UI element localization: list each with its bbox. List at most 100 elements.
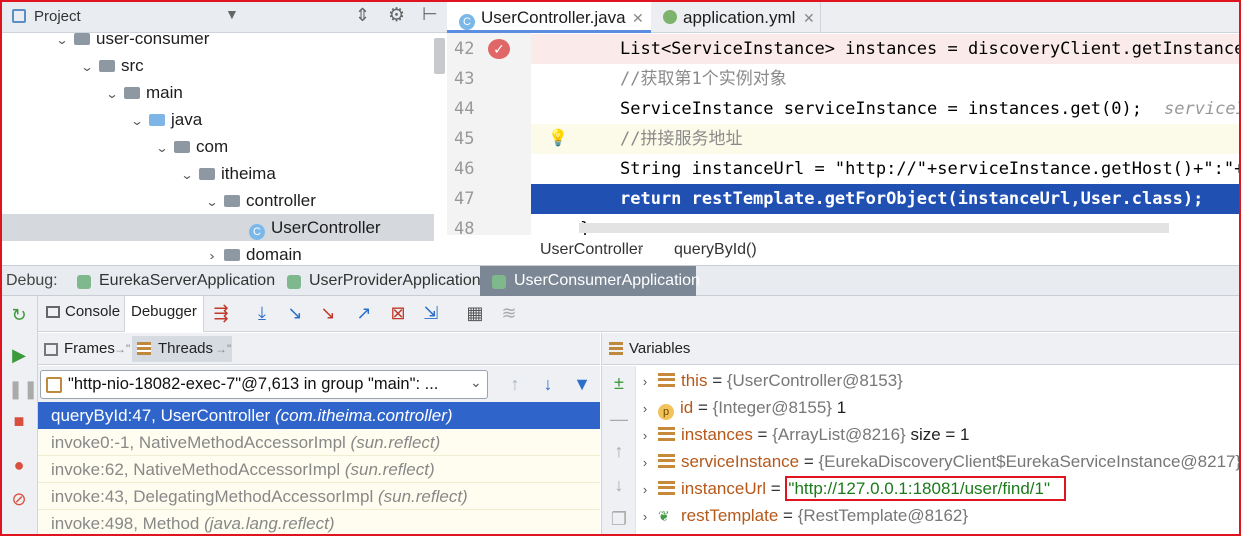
frames-tab[interactable]: Frames (64, 333, 115, 365)
tree-node[interactable]: ⌄ itheima (0, 160, 434, 187)
variable-row[interactable]: › ❦ restTemplate = {RestTemplate@8162} (636, 502, 968, 529)
variable-row[interactable]: › instances = {ArrayList@8216} size = 1 (636, 421, 970, 448)
chevron-down-icon[interactable]: ⌄ (102, 81, 123, 108)
up-arrow-icon[interactable]: ↑ (608, 442, 630, 460)
chevron-down-icon[interactable]: ▼ (225, 6, 239, 22)
resume-icon[interactable]: ▶ (8, 346, 30, 364)
breakpoint-icon[interactable]: ✓ (488, 39, 510, 59)
chevron-right-icon[interactable]: › (636, 422, 654, 449)
frame-item[interactable]: invoke0:-1, NativeMethodAccessorImpl (su… (38, 429, 600, 456)
collapse-icon[interactable]: ⇕ (355, 5, 370, 26)
pause-icon[interactable]: ❚❚ (8, 380, 38, 398)
debug-tab-user-consumer[interactable]: UserConsumerApplication (480, 266, 700, 296)
stop-icon[interactable]: ■ (8, 412, 30, 430)
code-line[interactable]: List<ServiceInstance> instances = discov… (531, 34, 1241, 64)
chevron-down-icon[interactable]: ⌄ (202, 189, 223, 216)
tree-node[interactable]: ⌄ src (0, 52, 434, 79)
package-icon (224, 195, 240, 207)
editor-scrollbar[interactable] (579, 223, 1169, 233)
tree-node[interactable]: ⌄ user-consumer (0, 33, 434, 52)
variable-row[interactable]: › serviceInstance = {EurekaDiscoveryClien… (636, 448, 1241, 475)
show-execution-point-icon[interactable]: ⇶ (210, 304, 232, 322)
threads-tab[interactable]: Threads (158, 333, 213, 365)
tree-node[interactable]: › domain (0, 241, 434, 265)
console-tab[interactable]: Console (38, 296, 124, 332)
filter-icon[interactable]: ▼ (571, 375, 593, 393)
gear-icon[interactable]: ⚙ (388, 4, 405, 27)
equals-sign: = (766, 479, 786, 498)
rerun-icon[interactable]: ↻ (8, 306, 30, 324)
frame-item[interactable]: invoke:62, NativeMethodAccessorImpl (sun… (38, 456, 600, 483)
chevron-right-icon[interactable]: › (636, 476, 654, 503)
tree-scrollbar[interactable] (434, 38, 445, 74)
tree-node[interactable]: ⌄ java (0, 106, 434, 133)
debug-side-toolbar: ↻ ▶ ❚❚ ■ ● ⊘ (0, 296, 38, 536)
code-line[interactable]: //获取第1个实例对象 (531, 64, 1241, 94)
code-line[interactable]: ServiceInstance serviceInstance = instan… (531, 94, 1241, 124)
evaluate-expression-icon[interactable]: ▦ (464, 304, 486, 322)
variable-value: "http://127.0.0.1:18081/user/find/1" (785, 476, 1067, 501)
debugger-tab[interactable]: Debugger (124, 296, 204, 332)
chevron-right-icon[interactable]: › (636, 503, 654, 530)
chevron-right-icon[interactable]: › (636, 368, 654, 395)
frame-package: (com.itheima.controller) (274, 406, 453, 425)
close-icon[interactable]: ✕ (632, 0, 644, 36)
breadcrumb-method[interactable]: queryById() (674, 241, 757, 259)
project-view-icon[interactable] (12, 9, 26, 23)
chevron-down-icon[interactable]: ⌄ (152, 135, 173, 162)
chevron-down-icon[interactable]: ⌄ (77, 54, 98, 81)
tab-application-yml[interactable]: application.yml ✕ (651, 0, 821, 33)
chevron-right-icon[interactable]: › (636, 449, 654, 476)
run-to-cursor-icon[interactable]: ⇲ (420, 304, 442, 322)
debug-label: Debug: (6, 272, 58, 289)
step-out-icon[interactable]: ↗ (353, 304, 375, 322)
down-arrow-icon[interactable]: ↓ (537, 375, 559, 393)
code-line[interactable]: return restTemplate.getForObject(instanc… (531, 184, 1241, 214)
breadcrumb-class[interactable]: UserController (540, 241, 643, 259)
chevron-down-icon[interactable]: ⌄ (52, 33, 73, 54)
code-line[interactable]: //拼接服务地址 (531, 124, 1241, 154)
frame-item[interactable]: invoke:498, Method (java.lang.reflect) (38, 510, 600, 536)
debug-tab-user-provider[interactable]: UserProviderApplication (275, 266, 481, 296)
chevron-right-icon[interactable]: › (636, 395, 654, 422)
frame-item[interactable]: queryById:47, UserController (com.itheim… (38, 402, 600, 429)
variable-row[interactable]: › instanceUrl = "http://127.0.0.1:18081/u… (636, 475, 1067, 503)
trace-icon[interactable]: ≋ (498, 304, 520, 322)
close-icon[interactable]: ✕ (803, 0, 815, 36)
copy-icon[interactable]: ❐ (608, 510, 630, 528)
variable-type: {EurekaDiscoveryClient$EurekaServiceInst… (818, 452, 1241, 471)
lightbulb-icon[interactable]: 💡 (548, 128, 568, 148)
remove-watch-icon[interactable]: — (608, 410, 630, 428)
chevron-right-icon[interactable]: › (202, 243, 223, 265)
up-arrow-icon[interactable]: ↑ (504, 375, 526, 393)
tree-node[interactable]: ⌄ main (0, 79, 434, 106)
thread-select[interactable]: "http-nio-18082-exec-7"@7,613 in group "… (40, 370, 488, 399)
variable-row[interactable]: › this = {UserController@8153} (636, 367, 903, 394)
frame-package: (java.lang.reflect) (204, 514, 335, 533)
step-into-icon[interactable]: ↘ (284, 304, 306, 322)
tab-usercontroller[interactable]: C UserController.java ✕ (447, 0, 651, 33)
inline-value-hint: serviceIn (1163, 99, 1241, 119)
variable-row[interactable]: › p id = {Integer@8155} 1 (636, 394, 846, 421)
drop-frame-icon[interactable]: ⊠ (387, 304, 409, 322)
mute-breakpoints-icon[interactable]: ⊘ (8, 490, 30, 508)
tree-node-label: java (171, 110, 203, 129)
new-watch-icon[interactable]: ± (608, 374, 630, 392)
project-view-selector[interactable]: Project (34, 8, 81, 25)
tree-node[interactable]: ⌄ com (0, 133, 434, 160)
hide-panel-icon[interactable]: ⊢ (422, 4, 438, 25)
view-breakpoints-icon[interactable]: ● (8, 456, 30, 474)
step-over-icon[interactable]: ⤓ (251, 304, 273, 322)
chevron-down-icon[interactable]: ⌄ (127, 108, 148, 135)
console-icon (46, 306, 60, 318)
package-icon (224, 249, 240, 261)
tree-node[interactable]: C UserController (0, 214, 434, 241)
code-line[interactable]: String instanceUrl = "http://"+serviceIn… (531, 154, 1241, 184)
force-step-into-icon[interactable]: ↘ (317, 304, 339, 322)
down-arrow-icon[interactable]: ↓ (608, 476, 630, 494)
debug-tab-eureka-server[interactable]: EurekaServerApplication (65, 266, 275, 296)
frame-item[interactable]: invoke:43, DelegatingMethodAccessorImpl … (38, 483, 600, 510)
chevron-down-icon[interactable]: ⌄ (177, 162, 198, 189)
tree-node[interactable]: ⌄ controller (0, 187, 434, 214)
variable-name: serviceInstance (681, 452, 800, 471)
